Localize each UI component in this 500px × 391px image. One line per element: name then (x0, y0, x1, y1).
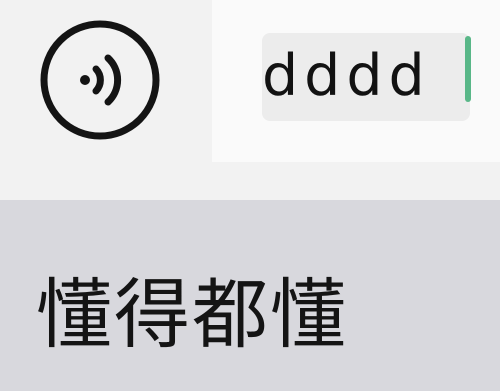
candidate-word[interactable]: 懂得都懂 (36, 270, 348, 360)
input-area: dddd (0, 0, 500, 200)
voice-input-button[interactable] (38, 18, 162, 142)
voice-input-icon (40, 20, 160, 140)
text-input-field[interactable]: dddd (262, 33, 470, 121)
input-text: dddd (262, 43, 431, 109)
text-caret (465, 36, 471, 102)
